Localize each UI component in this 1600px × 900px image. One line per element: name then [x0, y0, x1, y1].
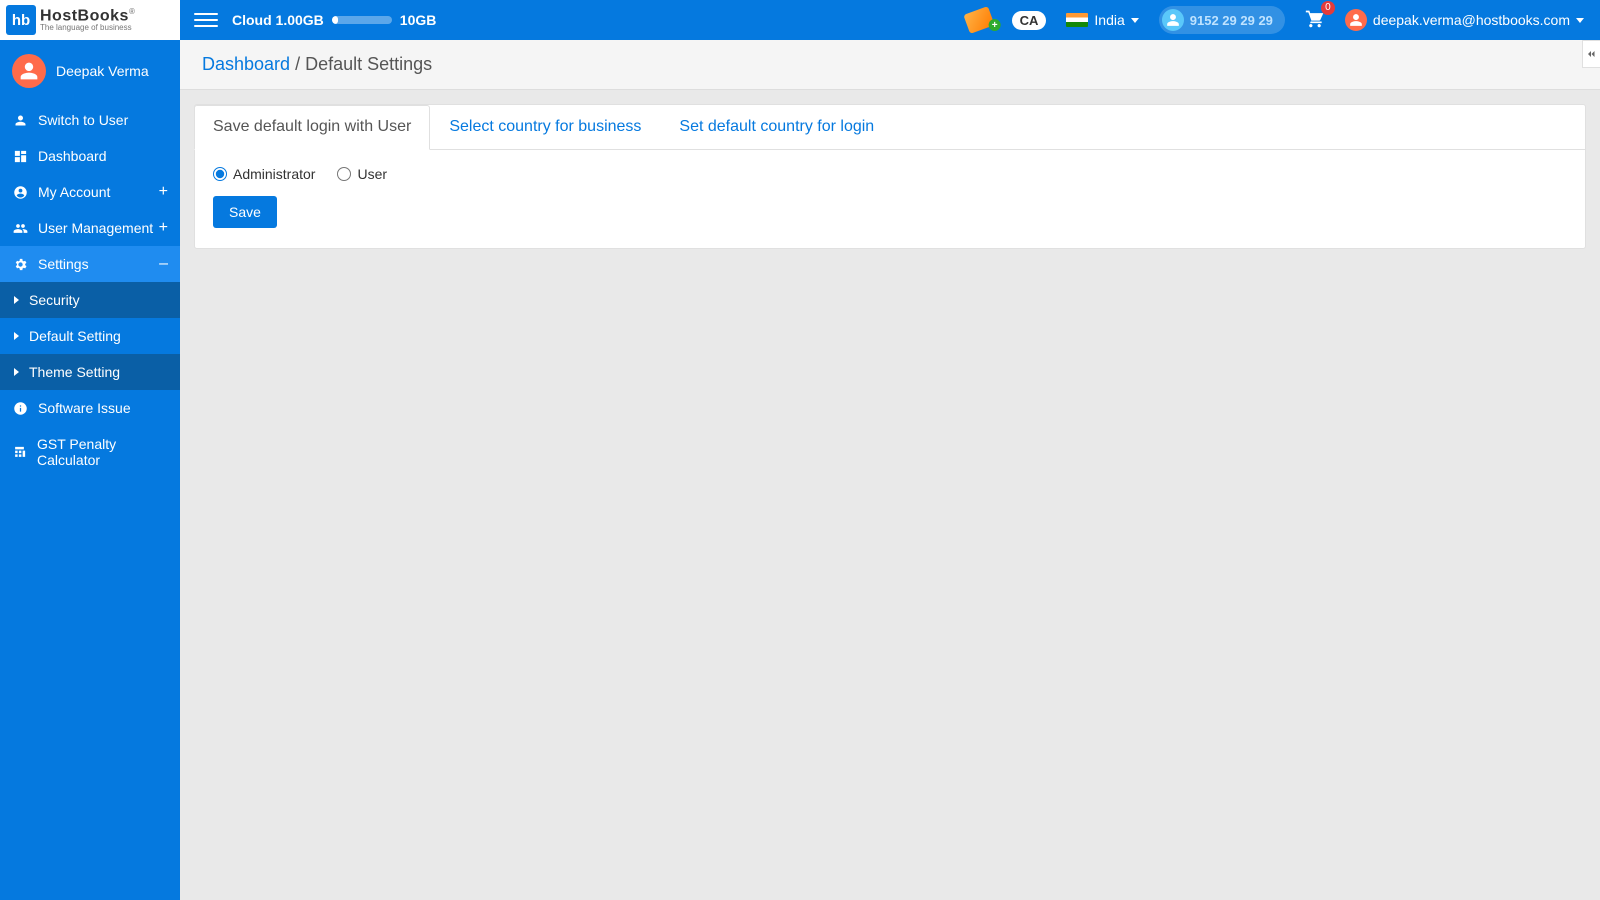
- breadcrumb-root[interactable]: Dashboard: [202, 54, 290, 74]
- gear-icon: [12, 257, 28, 272]
- users-icon: [12, 221, 28, 236]
- sidebar-item-dashboard[interactable]: Dashboard: [0, 138, 180, 174]
- chevron-right-icon: [14, 332, 19, 340]
- chevron-down-icon: [1576, 18, 1584, 23]
- country-label: India: [1094, 12, 1124, 28]
- sidebar-item-label: Software Issue: [38, 400, 131, 416]
- radio-administrator-label: Administrator: [233, 166, 315, 182]
- brand-name: HostBooks: [40, 7, 129, 24]
- breadcrumb: Dashboard / Default Settings: [180, 40, 1600, 90]
- expand-icon: +: [159, 219, 168, 237]
- sidebar-item-label: Settings: [38, 256, 89, 272]
- ticket-icon[interactable]: [963, 6, 994, 34]
- cart-count-badge: 0: [1321, 1, 1335, 15]
- breadcrumb-current: Default Settings: [305, 54, 432, 74]
- sidebar-user-name: Deepak Verma: [56, 63, 149, 79]
- support-avatar-icon: [1162, 9, 1184, 31]
- sidebar-user[interactable]: Deepak Verma: [0, 40, 180, 102]
- sidebar-item-security[interactable]: Security: [0, 282, 180, 318]
- tab-default-login[interactable]: Save default login with User: [194, 105, 430, 150]
- storage-bar: [332, 16, 392, 24]
- tab-country-business[interactable]: Select country for business: [430, 105, 660, 149]
- account-icon: [12, 185, 28, 200]
- support-phone[interactable]: 9152 29 29 29: [1159, 6, 1285, 34]
- cloud-usage-label: Cloud 1.00GB: [232, 12, 324, 28]
- cloud-max-label: 10GB: [400, 12, 437, 28]
- radio-administrator-input[interactable]: [213, 167, 227, 181]
- main-area: Dashboard / Default Settings Save defaul…: [180, 40, 1600, 900]
- ca-badge[interactable]: CA: [1012, 11, 1047, 30]
- user-email: deepak.verma@hostbooks.com: [1373, 12, 1570, 28]
- tab-bar: Save default login with User Select coun…: [195, 105, 1585, 150]
- user-avatar-icon: [1345, 9, 1367, 31]
- sidebar-item-user-management[interactable]: User Management +: [0, 210, 180, 246]
- brand-mark: hb: [6, 5, 36, 35]
- sidebar-item-theme-setting[interactable]: Theme Setting: [0, 354, 180, 390]
- sidebar-item-switch-user[interactable]: Switch to User: [0, 102, 180, 138]
- expand-icon: +: [159, 183, 168, 201]
- sidebar: Deepak Verma Switch to User Dashboard My…: [0, 40, 180, 900]
- sidebar-item-label: My Account: [38, 184, 110, 200]
- hamburger-icon[interactable]: [194, 8, 218, 32]
- brand-logo[interactable]: hb HostBooks® The language of business: [0, 0, 180, 40]
- brand-reg: ®: [129, 7, 135, 16]
- chevron-down-icon: [1131, 18, 1139, 23]
- info-icon: [12, 401, 28, 416]
- user-avatar-icon: [12, 54, 46, 88]
- sidebar-item-label: Dashboard: [38, 148, 107, 164]
- radio-user-input[interactable]: [337, 167, 351, 181]
- brand-tagline: The language of business: [40, 24, 135, 32]
- collapse-panel-button[interactable]: [1582, 40, 1600, 68]
- save-button[interactable]: Save: [213, 196, 277, 228]
- support-number: 9152 29 29 29: [1190, 13, 1273, 28]
- chevron-right-icon: [14, 368, 19, 376]
- collapse-icon: –: [159, 255, 168, 273]
- tab-panel: Administrator User Save: [195, 150, 1585, 248]
- sidebar-item-label: Security: [29, 292, 80, 308]
- topbar: hb HostBooks® The language of business C…: [0, 0, 1600, 40]
- sidebar-item-software-issue[interactable]: Software Issue: [0, 390, 180, 426]
- sidebar-item-label: User Management: [38, 220, 153, 236]
- breadcrumb-sep: /: [290, 54, 305, 74]
- sidebar-item-my-account[interactable]: My Account +: [0, 174, 180, 210]
- calculator-icon: [12, 445, 27, 460]
- country-selector[interactable]: India: [1066, 12, 1138, 28]
- flag-india-icon: [1066, 13, 1088, 27]
- sidebar-item-label: Theme Setting: [29, 364, 120, 380]
- radio-user[interactable]: User: [337, 166, 387, 182]
- settings-card: Save default login with User Select coun…: [194, 104, 1586, 249]
- sidebar-item-gst-calculator[interactable]: GST Penalty Calculator: [0, 426, 180, 478]
- radio-user-label: User: [357, 166, 387, 182]
- user-menu[interactable]: deepak.verma@hostbooks.com: [1345, 9, 1584, 31]
- sidebar-item-default-setting[interactable]: Default Setting: [0, 318, 180, 354]
- chevron-double-left-icon: [1586, 48, 1598, 60]
- cart-button[interactable]: 0: [1305, 9, 1325, 32]
- dashboard-icon: [12, 149, 28, 164]
- sidebar-item-label: Default Setting: [29, 328, 121, 344]
- chevron-right-icon: [14, 296, 19, 304]
- sidebar-item-label: GST Penalty Calculator: [37, 436, 168, 468]
- sidebar-item-label: Switch to User: [38, 112, 128, 128]
- radio-administrator[interactable]: Administrator: [213, 166, 315, 182]
- user-icon: [12, 113, 28, 128]
- tab-country-login[interactable]: Set default country for login: [660, 105, 893, 149]
- sidebar-item-settings[interactable]: Settings –: [0, 246, 180, 282]
